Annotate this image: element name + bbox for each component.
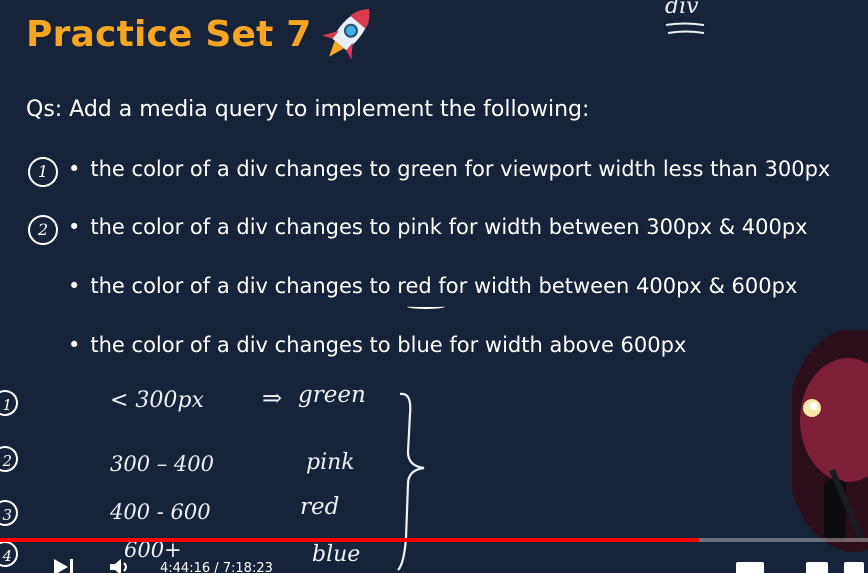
range-note: 400 - 600: [110, 500, 211, 524]
rocket-icon: [322, 9, 370, 60]
bullet-item: • the color of a div changes to pink for …: [68, 215, 808, 239]
captions-icon[interactable]: [736, 562, 764, 573]
color-note: red: [300, 494, 340, 520]
word-underline: [407, 304, 445, 309]
question-text: Qs: Add a media query to implement the f…: [26, 97, 590, 122]
row-marker: 3: [0, 500, 18, 526]
bullet-number-1: 1: [28, 157, 58, 187]
row-marker: 2: [0, 446, 18, 472]
range-note: 300 – 400: [110, 452, 215, 476]
arrow-note: ⇒: [262, 384, 283, 412]
slide-title: Practice Set 7: [26, 14, 312, 55]
corner-note-underline: [665, 22, 705, 34]
video-frame[interactable]: Practice Set 7 div Qs: Add a media query…: [0, 0, 868, 573]
color-note: green: [298, 382, 366, 408]
color-note: pink: [306, 450, 355, 475]
curly-brace: [397, 392, 425, 571]
volume-icon[interactable]: [108, 558, 136, 573]
bullet-item: • the color of a div changes to red for w…: [68, 274, 798, 298]
bullet-item: • the color of a div changes to blue for …: [68, 333, 687, 357]
webcam-overlay: [792, 330, 868, 552]
time-display: 4:44:16 / 7:18:23: [160, 561, 273, 573]
fullscreen-icon[interactable]: [844, 562, 864, 573]
progress-bar[interactable]: [0, 538, 868, 542]
settings-gear-icon[interactable]: [806, 562, 828, 573]
corner-note: div: [665, 0, 699, 19]
next-icon[interactable]: [52, 558, 76, 573]
progress-fill: [0, 538, 699, 542]
bullet-item: • the color of a div changes to green for…: [68, 157, 831, 181]
range-note: < 300px: [110, 388, 204, 413]
row-marker: 1: [0, 390, 18, 416]
player-controls: 4:44:16 / 7:18:23: [0, 552, 868, 573]
bullet-number-2: 2: [28, 215, 58, 245]
